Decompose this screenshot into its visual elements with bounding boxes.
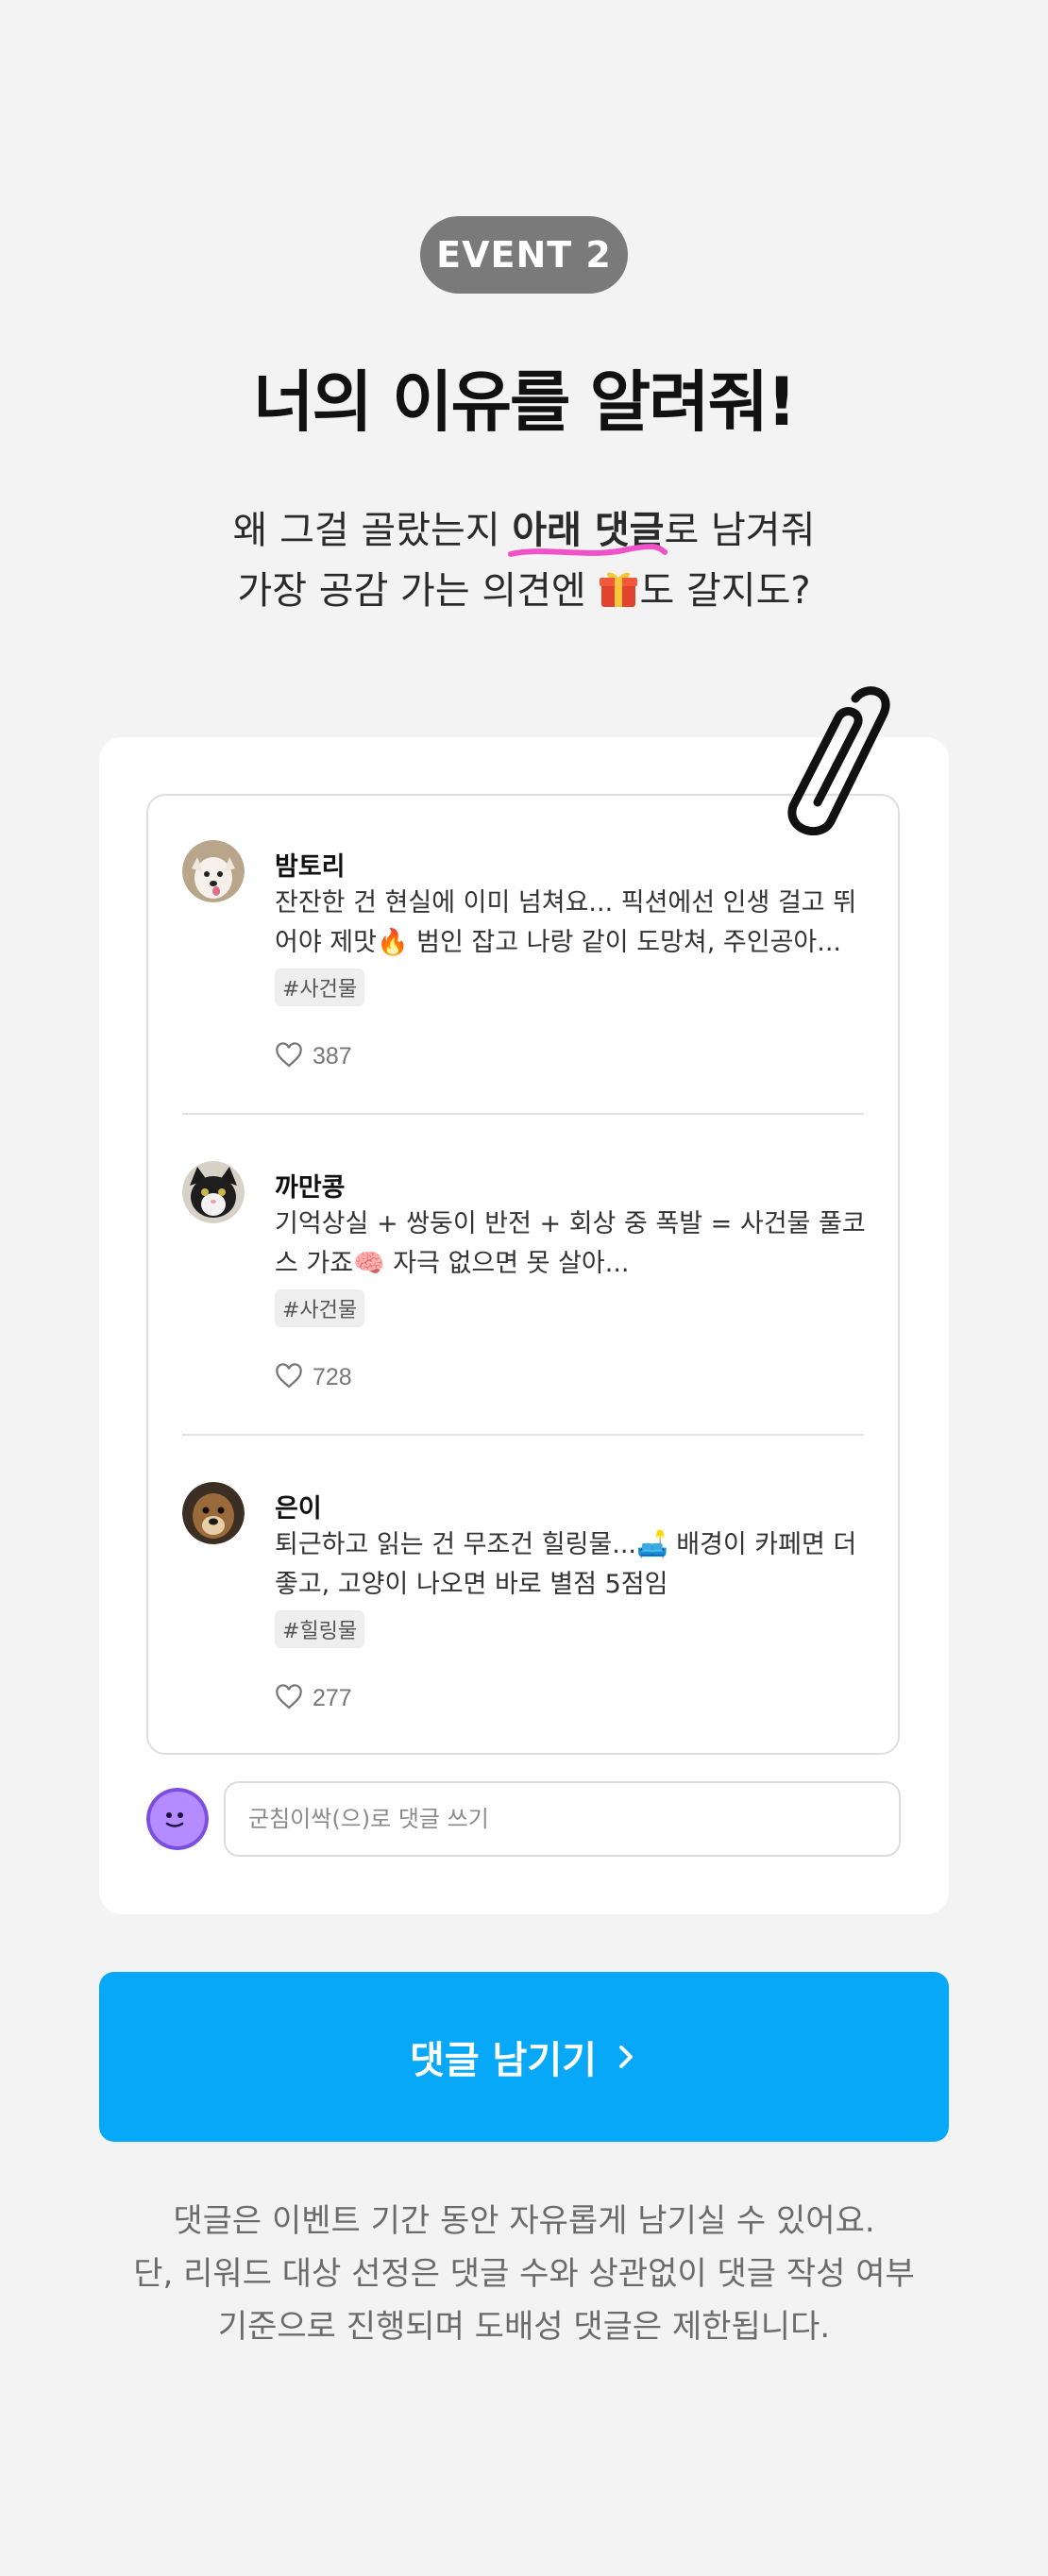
leave-comment-label: 댓글 남기기: [410, 2039, 597, 2082]
chevron-right-icon: [618, 2046, 633, 2068]
avatar: [182, 1482, 245, 1544]
event-badge: EVENT 2: [420, 216, 628, 294]
comment-item: 은이 퇴근하고 읽는 건 무조건 힐링물...🛋️ 배경이 카페면 더 좋고, …: [182, 1482, 862, 1727]
subtitle-text: 로 남겨줘: [664, 509, 816, 552]
gift-icon: [600, 572, 638, 607]
subtitle-line-2: 가장 공감 가는 의견엔 도 갈지도?: [0, 561, 1048, 621]
comment-item: 밤토리 잔잔한 건 현실에 이미 넘쳐요... 픽션에선 인생 걸고 뛰어야 제…: [182, 840, 862, 1086]
like-button[interactable]: 387: [275, 1042, 352, 1070]
highlight-underline: [508, 544, 668, 557]
comment-input[interactable]: [224, 1781, 901, 1857]
comment-author: 은이: [275, 1494, 322, 1524]
like-count: 387: [313, 1042, 352, 1069]
comment-text: 잔잔한 건 현실에 이미 넘쳐요... 픽션에선 인생 걸고 뛰어야 제맛🔥 범…: [275, 888, 857, 957]
leave-comment-button[interactable]: 댓글 남기기: [99, 1972, 949, 2142]
like-count: 277: [313, 1684, 352, 1711]
like-button[interactable]: 728: [275, 1363, 352, 1391]
comment-item: 까만콩 기억상실 + 쌍둥이 반전 + 회상 중 폭발 = 사건물 풀코스 가죠…: [182, 1161, 866, 1406]
paperclip-icon: [787, 686, 890, 835]
my-avatar: [146, 1788, 209, 1850]
heart-icon: [276, 1684, 302, 1709]
notice-line: 댓글은 이벤트 기간 동안 자유롭게 남기실 수 있어요.: [173, 2202, 875, 2240]
comment-body: 까만콩 기억상실 + 쌍둥이 반전 + 회상 중 폭발 = 사건물 풀코스 가죠…: [275, 1161, 870, 1327]
subtitle-text: 가장 공감 가는 의견엔: [237, 569, 599, 613]
comment-body: 밤토리 잔잔한 건 현실에 이미 넘쳐요... 픽션에선 인생 걸고 뛰어야 제…: [275, 840, 870, 1006]
comment-tag: #사건물: [275, 968, 365, 1006]
page-title: 너의 이유를 알려줘!: [253, 363, 797, 441]
divider: [182, 1113, 864, 1115]
subtitle-text: 도 갈지도?: [639, 569, 811, 613]
subtitle-line-1: 왜 그걸 골랐는지 아래 댓글 로 남겨줘: [0, 500, 1048, 561]
notice: 댓글은 이벤트 기간 동안 자유롭게 남기실 수 있어요. 단, 리워드 대상 …: [0, 2195, 1048, 2353]
avatar: [182, 840, 245, 902]
heart-icon: [276, 1042, 302, 1068]
comment-tag: #사건물: [275, 1289, 365, 1327]
comment-author: 밤토리: [275, 852, 346, 882]
notice-line: 기준으로 진행되며 도배성 댓글은 제한됩니다.: [217, 2308, 831, 2346]
comment-author: 까만콩: [275, 1173, 346, 1203]
subtitle: 왜 그걸 골랐는지 아래 댓글 로 남겨줘 가장 공감 가는 의견엔 도 갈지도?: [0, 500, 1048, 621]
divider: [182, 1434, 864, 1436]
subtitle-highlight: 아래 댓글: [508, 509, 668, 557]
like-button[interactable]: 277: [275, 1684, 352, 1712]
subtitle-text: 왜 그걸 골랐는지: [232, 509, 513, 552]
avatar: [182, 1161, 245, 1223]
notice-line: 단, 리워드 대상 선정은 댓글 수와 상관없이 댓글 작성 여부: [133, 2255, 915, 2293]
comment-tag: #힐링물: [275, 1610, 365, 1648]
heart-icon: [276, 1363, 302, 1389]
comment-text: 퇴근하고 읽는 건 무조건 힐링물...🛋️ 배경이 카페면 더 좋고, 고양이…: [275, 1530, 857, 1599]
comment-text: 기억상실 + 쌍둥이 반전 + 회상 중 폭발 = 사건물 풀코스 가죠🧠 자극…: [275, 1209, 866, 1278]
like-count: 728: [313, 1363, 352, 1390]
comment-body: 은이 퇴근하고 읽는 건 무조건 힐링물...🛋️ 배경이 카페면 더 좋고, …: [275, 1482, 870, 1648]
